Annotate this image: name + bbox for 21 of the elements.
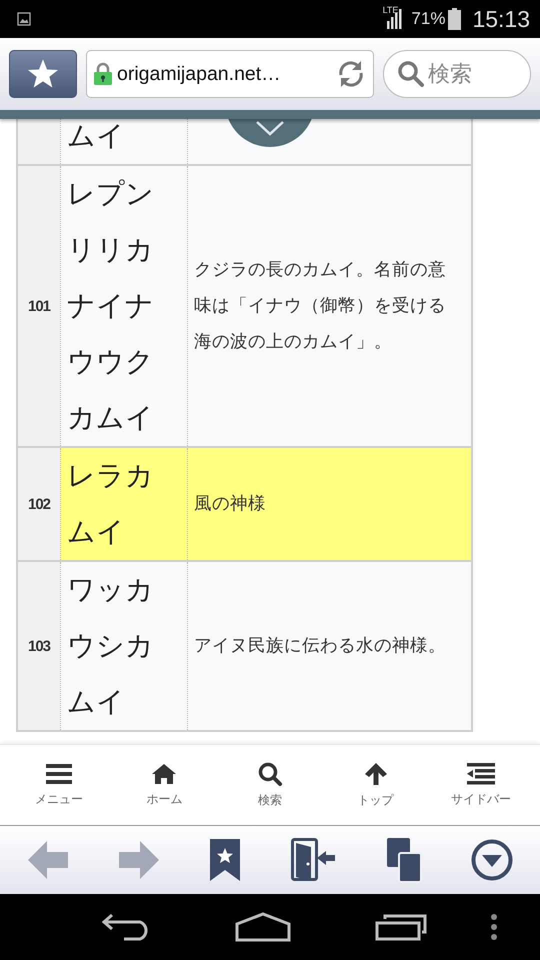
battery-percent: 71% <box>411 9 446 29</box>
description-cell: アイヌ民族に伝わる水の神様。 <box>188 562 471 730</box>
nav-item[interactable]: ホーム <box>114 762 214 808</box>
description-cell: クジラの長のカムイ。名前の意味は「イナウ（御幣）を受ける海の波の上のカムイ」。 <box>188 166 471 446</box>
name-cell: レプンリリカナイナウウクカムイ <box>60 166 188 446</box>
name-cell: レラカムイ <box>60 448 188 560</box>
description-cell: 風の神様 <box>188 448 471 560</box>
search-field[interactable]: 検索 <box>383 50 531 98</box>
name-cell: ムイ <box>60 119 188 164</box>
nav-item[interactable]: サイドバー <box>431 762 532 808</box>
network-label: LTE <box>382 5 398 15</box>
row-number: 101 <box>18 166 60 446</box>
nav-item[interactable]: 検索 <box>220 762 320 808</box>
row-number: 103 <box>18 562 60 730</box>
url-text: origamijapan.net… <box>117 62 282 86</box>
name-cell: ワッカウシカムイ <box>60 562 188 730</box>
nav-item[interactable]: トップ <box>326 762 426 808</box>
nav-item[interactable]: メニュー <box>8 762 109 808</box>
clock: 15:13 <box>472 6 530 32</box>
address-field[interactable]: origamijapan.net… <box>86 50 374 98</box>
row-number: 102 <box>18 448 60 560</box>
